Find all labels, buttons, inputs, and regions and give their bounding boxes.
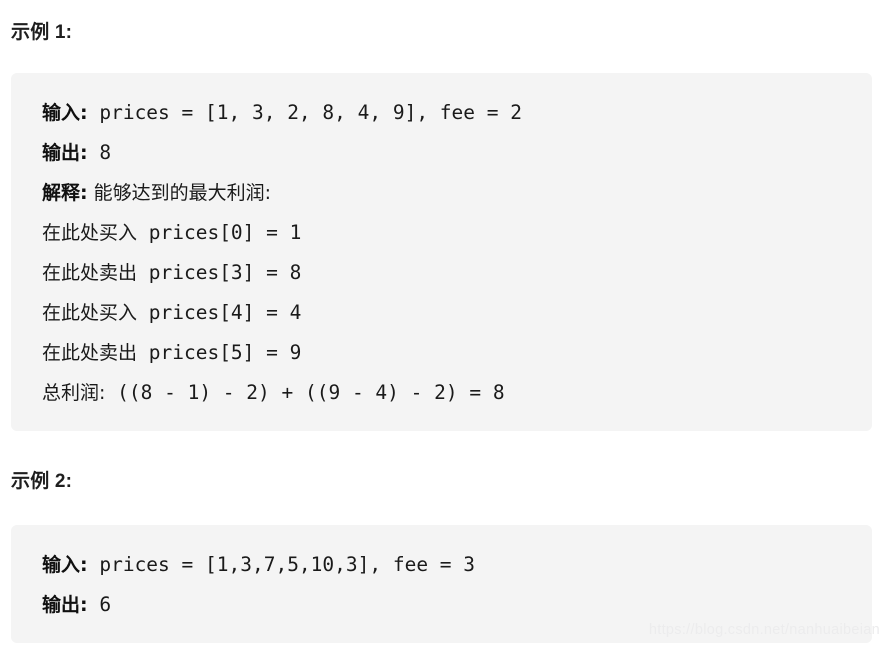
example-1-code-block: 输入: prices = [1, 3, 2, 8, 4, 9], fee = 2… <box>11 73 872 431</box>
code-line: 在此处买入 prices[0] = 1 <box>11 213 872 253</box>
line-code: prices[5] = 9 <box>137 341 302 364</box>
code-line: 在此处买入 prices[4] = 4 <box>11 293 872 333</box>
line-code: prices = [1, 3, 2, 8, 4, 9], fee = 2 <box>87 101 522 124</box>
line-code: ((8 - 1) - 2) + ((9 - 4) - 2) = 8 <box>105 381 505 404</box>
article-body: 示例 1: 输入: prices = [1, 3, 2, 8, 4, 9], f… <box>0 0 894 652</box>
code-line: 解释: 能够达到的最大利润: <box>11 173 872 213</box>
code-line: 输入: prices = [1,3,7,5,10,3], fee = 3 <box>11 545 872 585</box>
code-line: 输出: 6 <box>11 585 872 625</box>
line-label: 输入: <box>42 554 88 576</box>
line-text: 在此处卖出 <box>42 342 138 364</box>
line-code: prices = [1,3,7,5,10,3], fee = 3 <box>87 553 476 576</box>
line-text: 总利润: <box>42 382 106 404</box>
line-text: 在此处卖出 <box>42 262 138 284</box>
code-line: 总利润: ((8 - 1) - 2) + ((9 - 4) - 2) = 8 <box>11 373 872 413</box>
line-code: 6 <box>87 593 112 616</box>
line-code: prices[0] = 1 <box>137 221 302 244</box>
code-line: 输入: prices = [1, 3, 2, 8, 4, 9], fee = 2 <box>11 93 872 133</box>
code-line: 在此处卖出 prices[3] = 8 <box>11 253 872 293</box>
line-label: 输出: <box>42 594 88 616</box>
line-code: prices[4] = 4 <box>137 301 302 324</box>
code-line: 在此处卖出 prices[5] = 9 <box>11 333 872 373</box>
line-text: 能够达到的最大利润: <box>87 182 272 204</box>
example-2-heading: 示例 2: <box>11 471 73 492</box>
line-text: 在此处买入 <box>42 222 138 244</box>
line-label: 解释: <box>42 182 88 204</box>
line-code: prices[3] = 8 <box>137 261 302 284</box>
example-1-heading: 示例 1: <box>11 22 73 43</box>
code-line: 输出: 8 <box>11 133 872 173</box>
line-code: 8 <box>87 141 112 164</box>
line-label: 输出: <box>42 142 88 164</box>
line-text: 在此处买入 <box>42 302 138 324</box>
line-label: 输入: <box>42 102 88 124</box>
example-2-code-block: 输入: prices = [1,3,7,5,10,3], fee = 3 输出:… <box>11 525 872 643</box>
